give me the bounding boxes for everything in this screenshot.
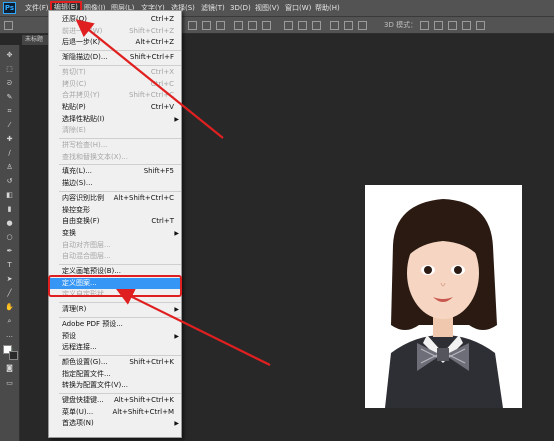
annotation-arrows	[75, 19, 271, 366]
arrow-to-edit-menu	[75, 19, 224, 139]
arrow-to-define-pattern	[116, 288, 271, 366]
